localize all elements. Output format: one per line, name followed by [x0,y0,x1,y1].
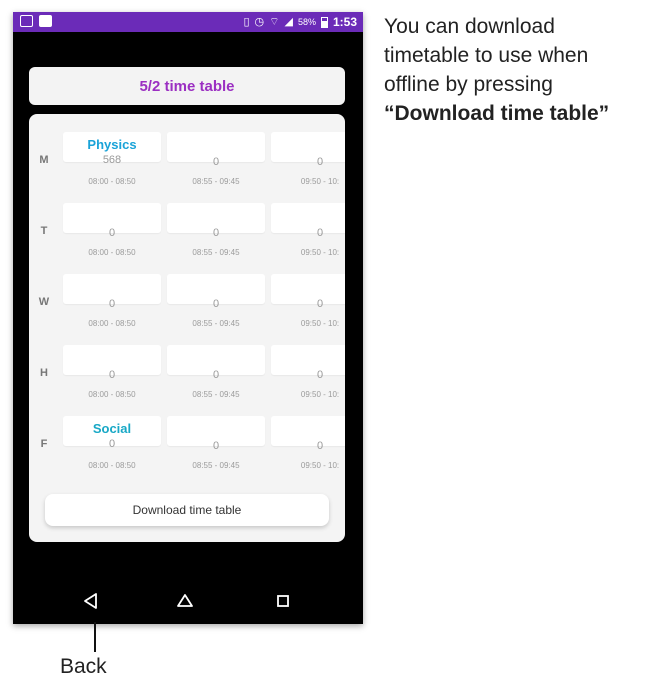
instruction-text: You can download timetable to use when o… [384,12,664,128]
home-icon[interactable] [175,591,195,611]
timetable-grid: M Physics 568 08:00 - 08:50 0 08:55 - 09… [29,114,345,542]
timetable-cell[interactable]: Social 0 [63,416,161,450]
timetable-cell[interactable]: 0 [167,345,265,381]
battery-icon [320,16,328,28]
timetable-cell[interactable]: 0 [63,345,161,381]
period-time: 08:55 - 09:45 [192,461,240,470]
day-label: W [38,296,50,308]
instruction-line: timetable to use when [384,44,589,67]
day-row-t: T 0 08:00 - 08:50 0 08:55 - 09:45 0 09:5… [29,203,345,267]
day-row-m: M Physics 568 08:00 - 08:50 0 08:55 - 09… [29,132,345,196]
app-screen: 5/2 time table M Physics 568 08:00 - 08:… [13,32,363,577]
cell-value: 0 [316,440,324,452]
subject-label: Physics [87,137,137,152]
period-time: 09:50 - 10: [300,248,340,257]
cell-value: 0 [212,298,220,310]
day-row-w: W 0 08:00 - 08:50 0 08:55 - 09:45 0 09:5… [29,274,345,338]
day-label: H [40,367,48,379]
day-row-f: F Social 0 08:00 - 08:50 0 08:55 - 09:45… [29,416,345,480]
recents-icon[interactable] [273,591,293,611]
phone-screenshot: ▯ ◷ ⌔ ◢ 58% 1:53 5/2 time table M Physic… [13,12,363,624]
day-label: M [39,154,49,166]
vibrate-icon: ▯ [243,16,250,28]
instruction-line: You can download [384,15,555,38]
timetable-cell[interactable]: 0 [167,416,265,452]
timetable-cell[interactable]: 0 [271,274,345,310]
back-label: Back [60,655,107,678]
timetable-cell[interactable]: 0 [271,132,345,168]
status-left-icons [20,15,52,27]
period-time: 09:50 - 10: [300,461,340,470]
status-bar: ▯ ◷ ⌔ ◢ 58% 1:53 [13,12,363,32]
page-title: 5/2 time table [29,67,345,105]
back-icon[interactable] [81,591,101,611]
period-time: 08:55 - 09:45 [192,177,240,186]
cell-value: 0 [316,227,324,239]
nav-bar [13,577,363,624]
timetable-cell[interactable]: 0 [167,274,265,310]
cell-value: 568 [102,154,122,166]
alarm-icon: ◷ [254,16,265,28]
day-label: T [40,225,48,237]
timetable-cell[interactable]: 0 [271,345,345,381]
cell-value: 0 [212,440,220,452]
image-icon [39,15,52,27]
cell-value: 0 [108,438,116,450]
period-time: 08:55 - 09:45 [192,319,240,328]
cell-value: 0 [316,156,324,168]
battery-percent: 58% [297,17,316,27]
timetable-cell[interactable]: 0 [63,203,161,239]
cell-value: 0 [212,369,220,381]
signal-icon: ◢ [284,16,293,28]
day-row-h: H 0 08:00 - 08:50 0 08:55 - 09:45 0 09:5… [29,345,345,409]
period-time: 08:00 - 08:50 [88,461,136,470]
period-time: 09:50 - 10: [300,319,340,328]
timetable-cell[interactable]: Physics 568 [63,132,161,166]
timetable-cell[interactable]: 0 [271,203,345,239]
timetable-cell[interactable]: 0 [167,132,265,168]
app-icon [20,15,33,27]
period-time: 08:00 - 08:50 [88,248,136,257]
cell-value: 0 [212,227,220,239]
timetable-cell[interactable]: 0 [167,203,265,239]
subject-label: Social [92,421,132,436]
period-time: 09:50 - 10: [300,177,340,186]
pointer-line [94,622,96,652]
tutorial-figure: ▯ ◷ ⌔ ◢ 58% 1:53 5/2 time table M Physic… [0,0,667,683]
period-time: 08:00 - 08:50 [88,390,136,399]
cell-value: 0 [108,227,116,239]
status-time: 1:53 [332,15,357,29]
period-time: 08:00 - 08:50 [88,177,136,186]
cell-value: 0 [108,298,116,310]
instruction-highlight: “Download time table” [384,102,610,125]
cell-value: 0 [212,156,220,168]
period-time: 08:55 - 09:45 [192,390,240,399]
cell-value: 0 [108,369,116,381]
period-time: 08:55 - 09:45 [192,248,240,257]
period-time: 08:00 - 08:50 [88,319,136,328]
period-time: 09:50 - 10: [300,390,340,399]
timetable-cell[interactable]: 0 [63,274,161,310]
instruction-line: offline by pressing [384,73,553,96]
day-label: F [40,438,48,450]
status-right-icons: ▯ ◷ ⌔ ◢ 58% 1:53 [243,15,357,29]
cell-value: 0 [316,369,324,381]
wifi-icon: ⌔ [269,16,280,28]
timetable-cell[interactable]: 0 [271,416,345,452]
cell-value: 0 [316,298,324,310]
download-timetable-button[interactable]: Download time table [45,494,329,526]
